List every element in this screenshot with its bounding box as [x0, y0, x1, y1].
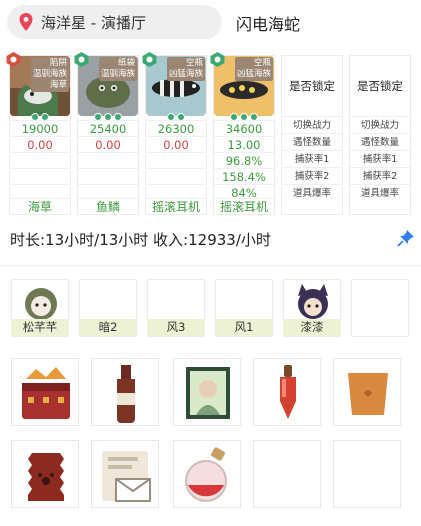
capture-rate-2-value	[78, 168, 138, 184]
pet-avatar	[298, 284, 328, 319]
capture-rate-2-value	[10, 168, 70, 184]
pet-tag: 空瓶 凶猛海族	[166, 57, 205, 81]
team-slot[interactable]: 松芊芊	[11, 279, 69, 337]
capture-rate-1-value	[146, 152, 206, 168]
gift-basket-icon	[22, 367, 70, 419]
team-slot[interactable]: 漆漆	[283, 279, 341, 337]
portrait-frame-icon	[186, 367, 230, 419]
item-slot[interactable]	[173, 440, 241, 508]
item-slot[interactable]	[91, 440, 159, 508]
lock-toggle[interactable]: 是否锁定	[282, 56, 342, 116]
income-summary: 时长:13小时/13小时 收入:12933/小时	[10, 231, 271, 249]
potion-flask-icon	[185, 447, 227, 502]
team-slot-label: 风3	[148, 319, 204, 336]
team-slot-label: 暗2	[80, 319, 136, 336]
envelope-icon	[102, 451, 151, 502]
pet-tag: 陷阱 温驯海族 海草	[30, 57, 69, 92]
bottle-icon	[117, 365, 135, 423]
pin-icon[interactable]	[397, 229, 415, 247]
location-selector[interactable]: 海洋星 - 演播厅	[7, 5, 222, 39]
power-value: 34600	[214, 120, 274, 136]
pet-tag: 纸袋 温驯海族	[98, 57, 137, 81]
pet-card[interactable]: 陷阱 温驯海族 海草 19000 0.00 海草	[6, 52, 71, 215]
pet-tag: 空瓶 凶猛海族	[234, 57, 273, 81]
pet-card[interactable]: 空瓶 凶猛海族 34600 13.00 96.8% 158.4% 84% 摇滚耳…	[210, 52, 275, 215]
pet-item-name: 摇滚耳机	[214, 198, 274, 214]
capture-rate-2-value	[146, 168, 206, 184]
element-badge-icon	[74, 52, 89, 67]
encounter-value: 0.00	[10, 136, 70, 152]
item-slot-empty[interactable]	[253, 440, 321, 508]
element-badge-icon	[210, 52, 225, 67]
power-value: 25400	[78, 120, 138, 136]
dropper-icon	[280, 365, 296, 419]
lock-row-drop[interactable]: 道具爆率	[350, 184, 410, 201]
item-slot[interactable]	[253, 358, 321, 426]
page-title: 闪电海蛇	[236, 15, 301, 34]
capture-rate-1-value	[78, 152, 138, 168]
lock-row-encounter[interactable]: 遇怪数量	[350, 133, 410, 150]
lock-row-encounter[interactable]: 遇怪数量	[282, 133, 342, 150]
lock-row-capture-1[interactable]: 捕获率1	[282, 150, 342, 167]
capture-rate-1-value: 96.8%	[214, 152, 274, 168]
pet-card[interactable]: 纸袋 温驯海族 25400 0.00 鱼鳞	[74, 52, 139, 215]
item-slot[interactable]	[173, 358, 241, 426]
pet-card[interactable]: 空瓶 凶猛海族 26300 0.00 摇滚耳机	[142, 52, 207, 215]
location-label: 海洋星 - 演播厅	[41, 13, 146, 32]
encounter-value: 0.00	[146, 136, 206, 152]
item-slot[interactable]	[333, 358, 401, 426]
pet-avatar	[25, 288, 57, 320]
team-slot-label: 松芊芊	[12, 319, 68, 336]
paper-bag-icon	[28, 453, 64, 501]
lock-column[interactable]: 是否锁定 切换战力 遇怪数量 捕获率1 捕获率2 道具爆率	[349, 55, 411, 215]
team-slot-empty[interactable]	[351, 279, 409, 337]
lock-row-power[interactable]: 切换战力	[350, 116, 410, 133]
divider	[0, 265, 421, 266]
item-slot[interactable]	[11, 440, 79, 508]
team-slot[interactable]: 风1	[215, 279, 273, 337]
team-slot[interactable]: 风3	[147, 279, 205, 337]
lock-row-power[interactable]: 切换战力	[282, 116, 342, 133]
cork-board-icon	[348, 373, 388, 415]
pet-item-name: 鱼鳞	[78, 198, 138, 214]
team-slot-label: 漆漆	[284, 319, 340, 336]
encounter-value: 0.00	[78, 136, 138, 152]
lock-row-capture-2[interactable]: 捕获率2	[282, 167, 342, 184]
encounter-value: 13.00	[214, 136, 274, 152]
capture-rate-1-value	[10, 152, 70, 168]
team-slot[interactable]: 暗2	[79, 279, 137, 337]
item-slot[interactable]	[91, 358, 159, 426]
element-badge-icon	[142, 52, 157, 67]
lock-column[interactable]: 是否锁定 切换战力 遇怪数量 捕获率1 捕获率2 道具爆率	[281, 55, 343, 215]
lock-row-capture-1[interactable]: 捕获率1	[350, 150, 410, 167]
element-badge-icon	[6, 52, 21, 67]
pet-item-name: 摇滚耳机	[146, 198, 206, 214]
power-value: 19000	[10, 120, 70, 136]
power-value: 26300	[146, 120, 206, 136]
item-slot-empty[interactable]	[333, 440, 401, 508]
lock-row-capture-2[interactable]: 捕获率2	[350, 167, 410, 184]
item-slot[interactable]	[11, 358, 79, 426]
lock-row-drop[interactable]: 道具爆率	[282, 184, 342, 201]
team-slot-label: 风1	[216, 319, 272, 336]
capture-rate-2-value: 158.4%	[214, 168, 274, 184]
lock-toggle[interactable]: 是否锁定	[350, 56, 410, 116]
location-pin-icon	[19, 13, 33, 31]
pet-item-name: 海草	[10, 198, 70, 214]
